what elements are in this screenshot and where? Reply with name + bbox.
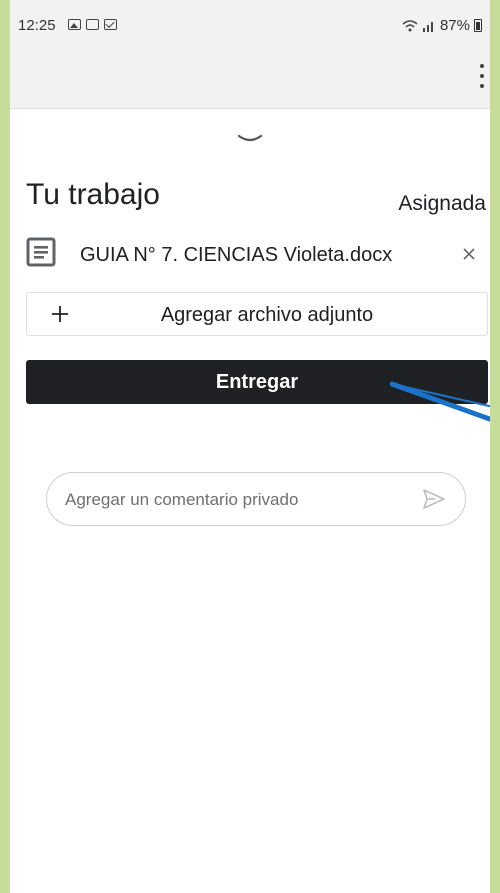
annotation-arrow	[390, 381, 490, 422]
private-comment-input[interactable]: Agregar un comentario privado	[46, 472, 466, 526]
status-time: 12:25	[18, 17, 56, 34]
phone-screen: 12:25 87% Tu trabajo Asignada GUIA N° 7.…	[10, 0, 490, 893]
battery-icon	[474, 19, 482, 32]
attachment-item[interactable]: GUIA N° 7. CIENCIAS Violeta.docx	[26, 233, 490, 279]
status-right: 87%	[402, 17, 482, 34]
mail-icon	[104, 19, 117, 30]
attachment-file-name[interactable]: GUIA N° 7. CIENCIAS Violeta.docx	[80, 244, 392, 267]
battery-percent: 87%	[439, 17, 470, 34]
send-icon[interactable]	[423, 489, 445, 509]
document-icon	[26, 237, 56, 267]
add-attachment-button[interactable]: Agregar archivo adjunto	[26, 292, 488, 336]
add-attachment-label: Agregar archivo adjunto	[160, 304, 374, 326]
app-bar	[10, 44, 490, 109]
image-icon	[68, 19, 81, 30]
close-icon[interactable]	[462, 247, 476, 261]
keyboard-icon	[86, 19, 99, 30]
comment-placeholder: Agregar un comentario privado	[65, 490, 299, 509]
more-vert-icon[interactable]	[478, 64, 486, 88]
status-bar: 12:25 87%	[10, 0, 490, 44]
signal-icon	[422, 21, 433, 32]
notification-icons	[68, 19, 117, 30]
status-badge: Asignada	[398, 192, 486, 215]
wifi-icon	[402, 19, 418, 31]
section-title: Tu trabajo	[26, 178, 160, 211]
sheet-handle-icon[interactable]	[237, 132, 263, 146]
